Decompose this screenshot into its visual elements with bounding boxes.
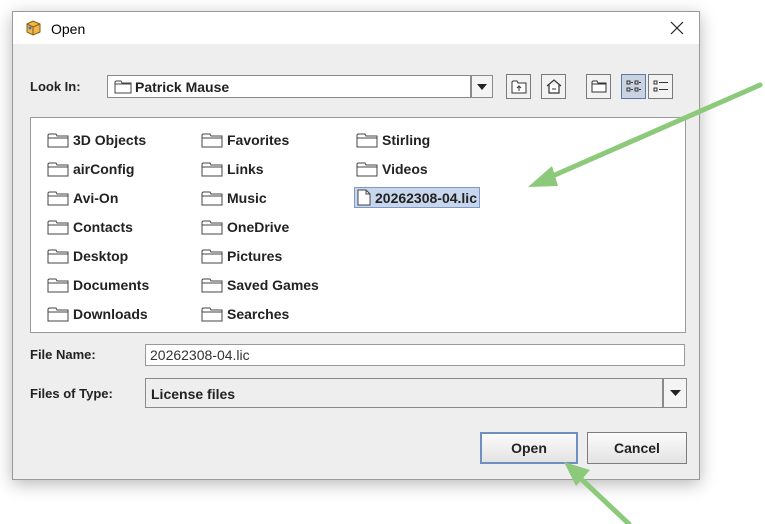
annotation-arrow-icon xyxy=(564,462,632,524)
annotation-arrow-icon xyxy=(528,82,763,187)
annotation-overlay xyxy=(528,82,763,524)
